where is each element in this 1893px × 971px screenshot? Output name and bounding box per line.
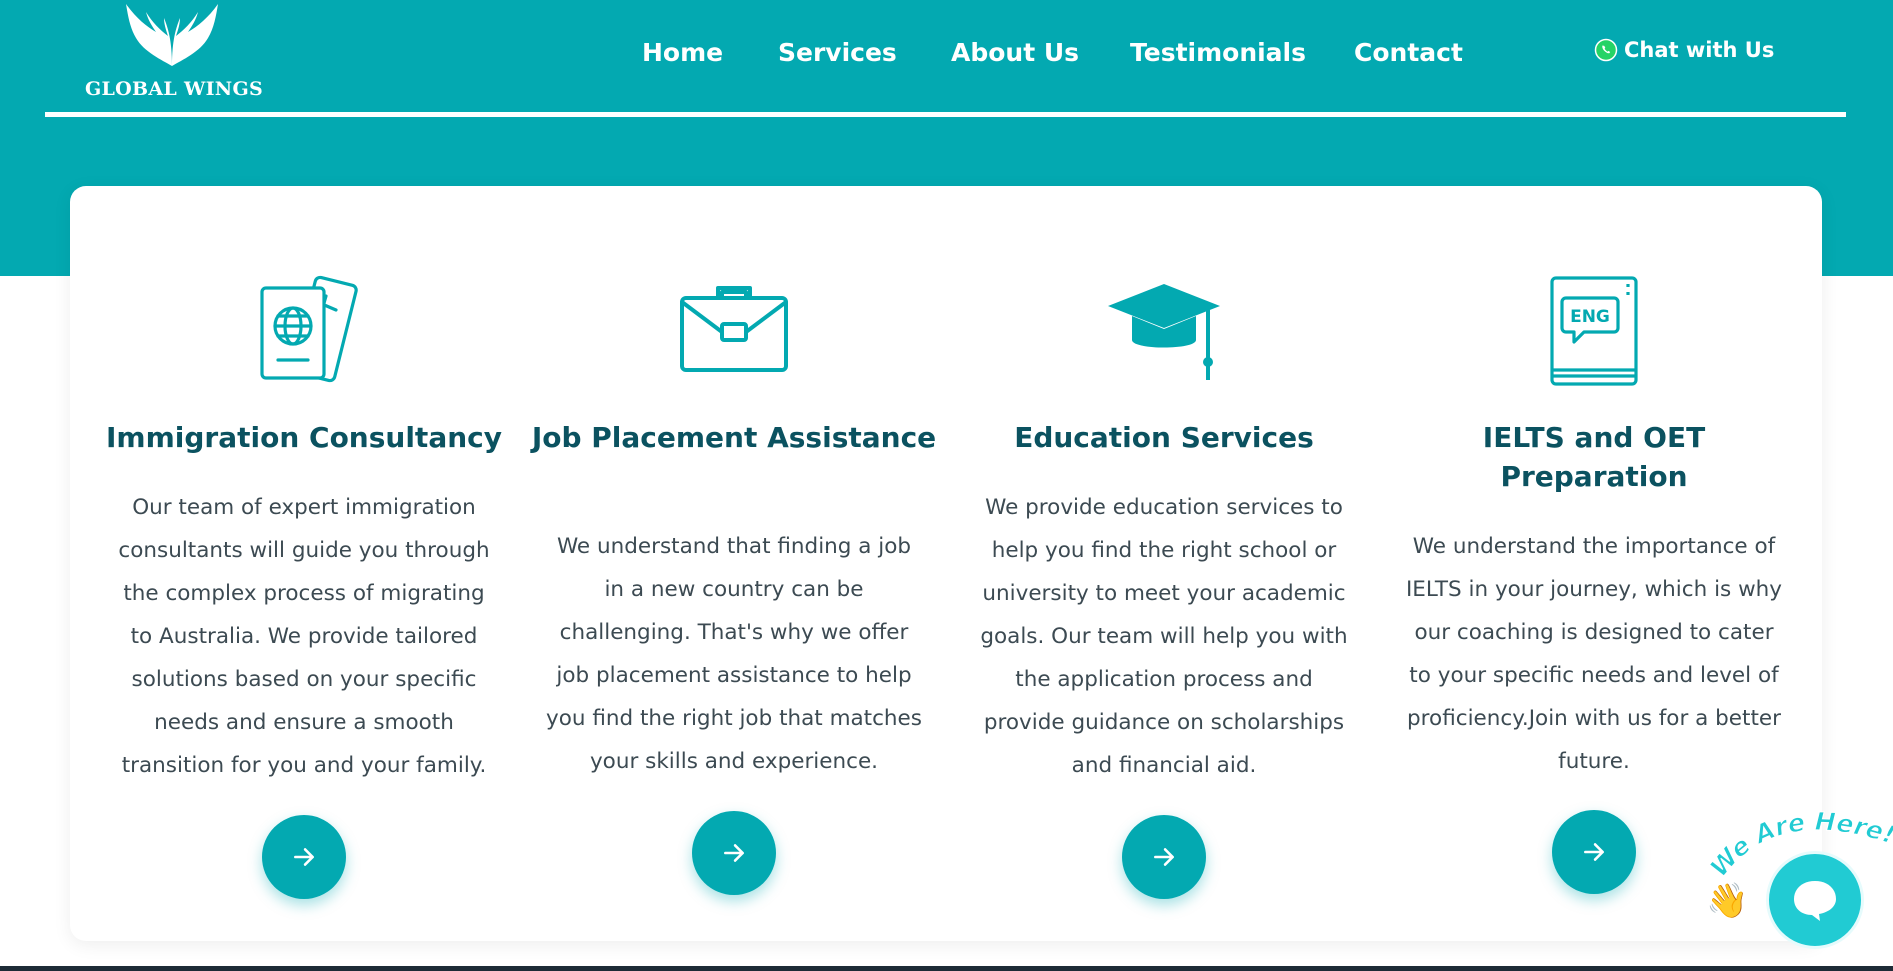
wings-logo-icon (126, 4, 218, 66)
service-description: We provide education services to help yo… (980, 495, 1348, 778)
immigration-arrow-button[interactable] (262, 815, 346, 899)
briefcase-icon (680, 286, 788, 372)
arrow-right-icon (294, 848, 314, 866)
service-immigration-consultancy: Immigration Consultancy Our team of expe… (99, 186, 509, 941)
live-chat-widget[interactable]: We Are Here! 👋 (1700, 795, 1893, 971)
brand-logo[interactable]: GLOBAL WINGS (80, 0, 270, 104)
whatsapp-icon (1594, 38, 1618, 62)
passport-ticket-icon (260, 275, 358, 383)
education-arrow-button[interactable] (1122, 815, 1206, 899)
services-card: Immigration Consultancy Our team of expe… (70, 186, 1822, 941)
service-title: Education Services (1014, 421, 1314, 454)
service-title: Job Placement Assistance (531, 421, 937, 454)
ielts-arrow-button[interactable] (1552, 810, 1636, 894)
service-title: Immigration Consultancy (106, 421, 502, 454)
job-placement-arrow-button[interactable] (692, 811, 776, 895)
service-description: Our team of expert immigration consultan… (118, 495, 490, 778)
nav-testimonials[interactable]: Testimonials (1130, 38, 1306, 67)
nav-home[interactable]: Home (642, 38, 723, 67)
graduation-cap-icon (1108, 284, 1220, 380)
service-education: Education Services We provide education … (959, 186, 1369, 941)
nav-about-us[interactable]: About Us (951, 38, 1079, 67)
service-description: We understand the importance of IELTS in… (1405, 534, 1783, 774)
nav-services[interactable]: Services (778, 38, 897, 67)
service-title: IELTS and OET Preparation (1482, 421, 1706, 493)
eng-label: ENG (1570, 307, 1610, 327)
header-divider (45, 112, 1846, 117)
waving-hand-icon: 👋 (1706, 881, 1749, 921)
service-job-placement: Job Placement Assistance We understand t… (529, 186, 939, 941)
open-chat-button[interactable] (1766, 851, 1864, 949)
service-description: We understand that finding a job in a ne… (546, 534, 922, 774)
brand-name: GLOBAL WINGS (84, 78, 264, 100)
nav-contact[interactable]: Contact (1354, 38, 1463, 67)
chat-with-us-label: Chat with Us (1624, 38, 1775, 62)
arrow-right-icon (1584, 843, 1604, 861)
chat-with-us-link[interactable]: Chat with Us (1594, 38, 1774, 62)
arrow-right-icon (1154, 848, 1174, 866)
chat-bubble-icon (1794, 881, 1836, 921)
arrow-right-icon (724, 844, 744, 862)
english-book-icon: ENG (1550, 276, 1638, 386)
page-bottom-border (0, 966, 1893, 971)
